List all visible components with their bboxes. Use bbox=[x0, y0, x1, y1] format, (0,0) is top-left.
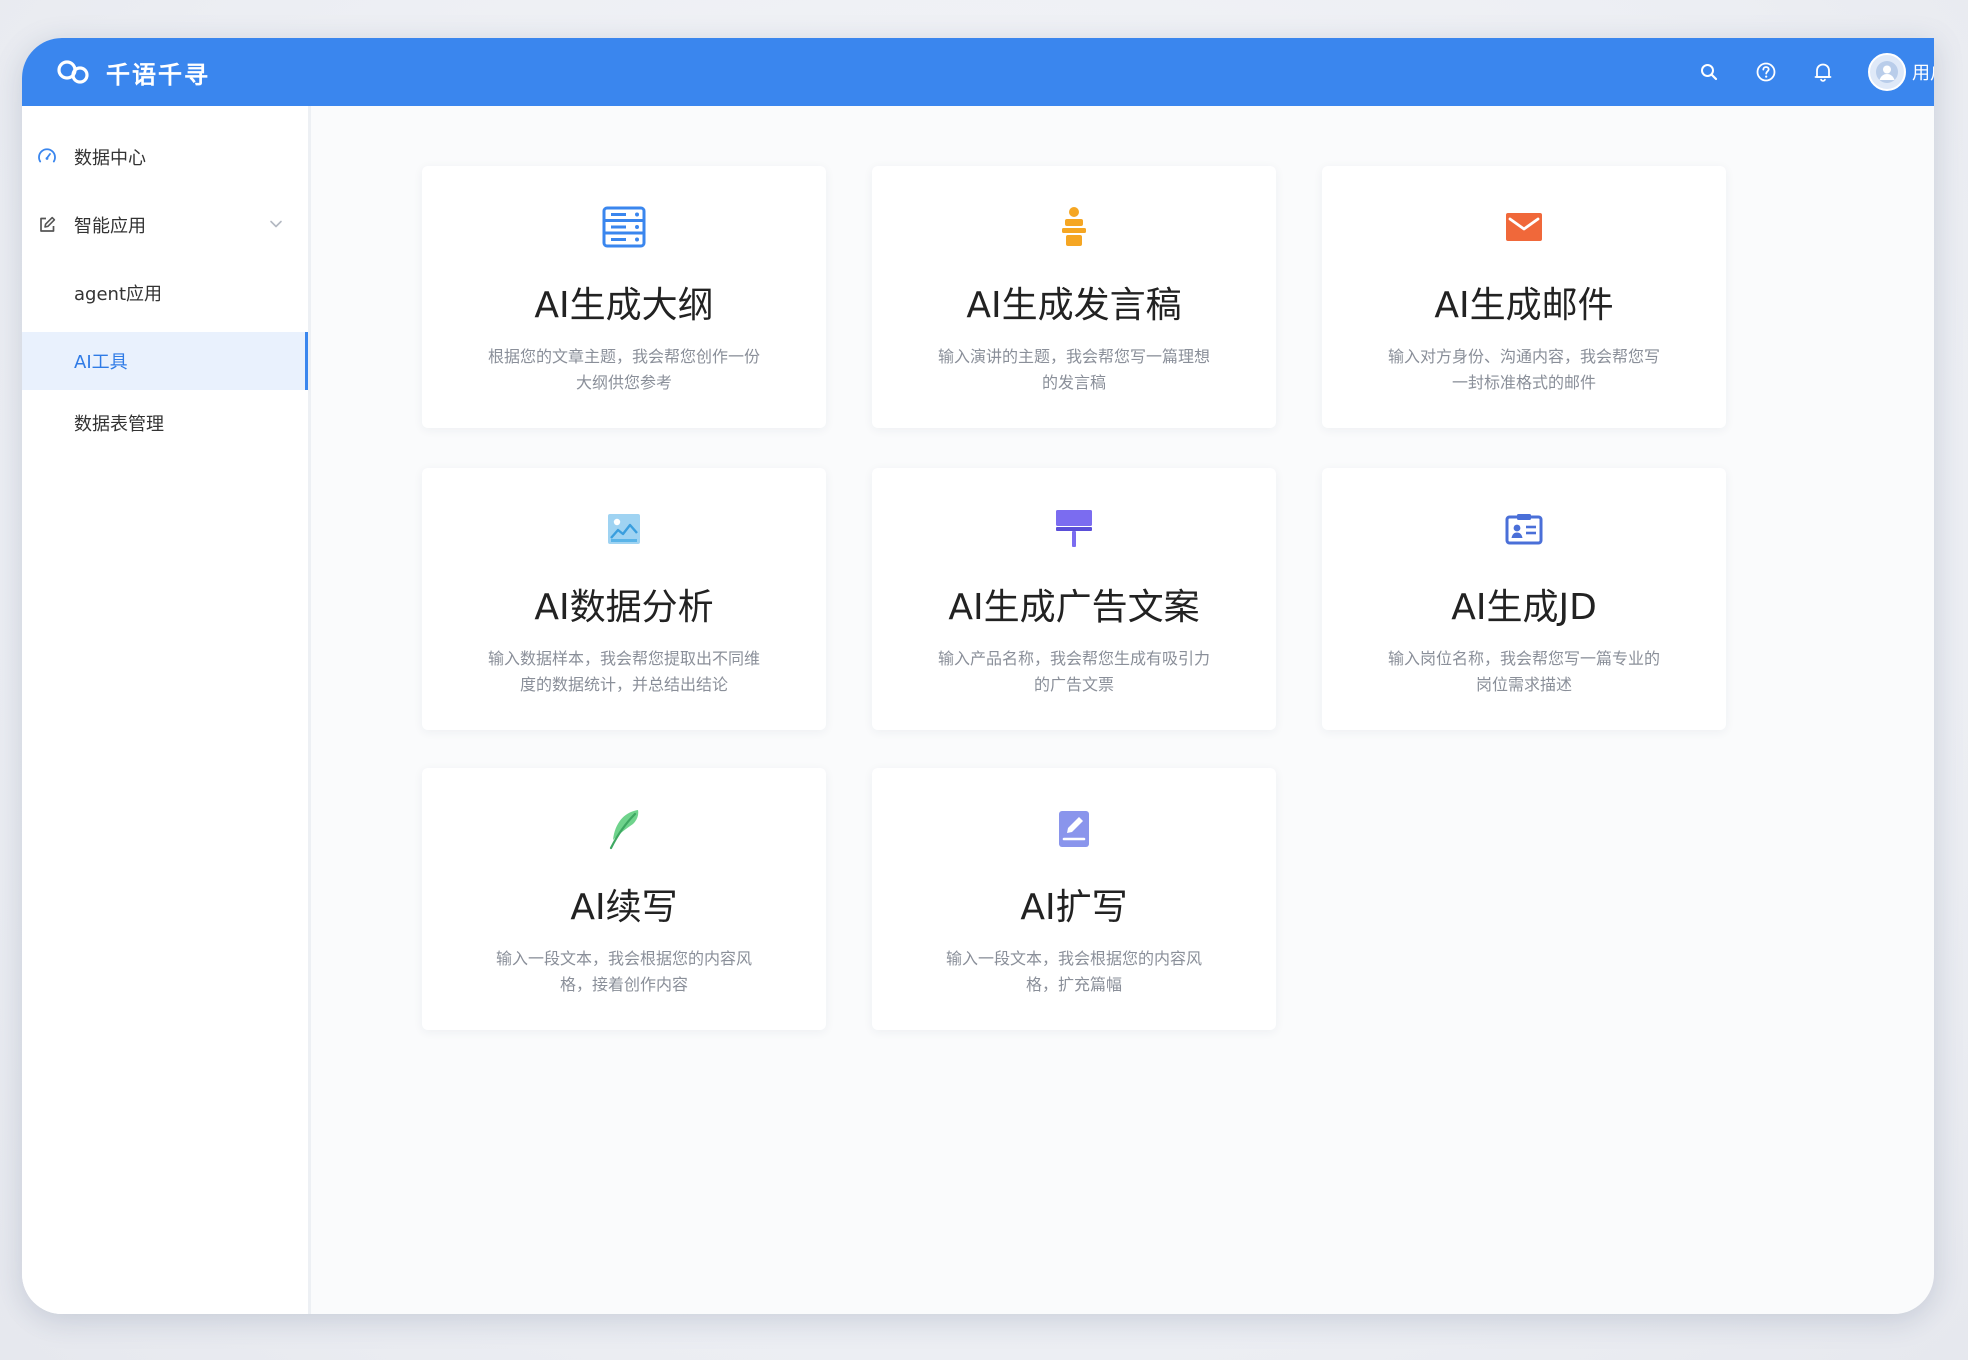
app-title: 千语千寻 bbox=[106, 60, 210, 89]
tool-card-ad-copy[interactable]: AI生成广告文案 输入产品名称，我会帮您生成有吸引力的广告文票 bbox=[872, 468, 1276, 730]
bell-icon[interactable] bbox=[1811, 60, 1835, 84]
card-title: AI生成大纲 bbox=[534, 285, 714, 326]
top-bar: 千语千寻 用 bbox=[22, 38, 1934, 106]
sidebar: 数据中心 智能应用 agent应用 AI工具 数据表管理 bbox=[22, 106, 311, 1314]
tool-card-jd[interactable]: AI生成JD 输入岗位名称，我会帮您写一篇专业的岗位需求描述 bbox=[1322, 468, 1726, 730]
card-description: 输入数据样本，我会帮您提取出不同维度的数据统计，并总结出结论 bbox=[487, 649, 760, 694]
card-description: 输入一段文本，我会根据您的内容风格，扩充篇幅 bbox=[945, 949, 1202, 994]
tool-card-continue-writing[interactable]: AI续写 输入一段文本，我会根据您的内容风格，接着创作内容 bbox=[422, 768, 826, 1030]
mail-icon bbox=[1506, 213, 1542, 241]
outline-icon bbox=[602, 206, 646, 248]
sidebar-item-table-management[interactable]: 数据表管理 bbox=[22, 394, 308, 452]
avatar[interactable] bbox=[1868, 53, 1906, 91]
brand[interactable]: 千语千寻 bbox=[56, 38, 210, 106]
dashboard-icon bbox=[36, 146, 58, 168]
card-title: AI生成发言稿 bbox=[966, 285, 1182, 326]
card-title: AI数据分析 bbox=[534, 587, 714, 628]
document-edit-icon bbox=[1059, 811, 1089, 847]
feather-icon bbox=[609, 810, 639, 850]
search-icon[interactable] bbox=[1697, 60, 1721, 84]
help-icon[interactable] bbox=[1754, 60, 1778, 84]
sidebar-item-ai-tools[interactable]: AI工具 bbox=[22, 332, 308, 390]
card-description: 输入岗位名称，我会帮您写一篇专业的岗位需求描述 bbox=[1387, 649, 1660, 694]
edit-icon bbox=[36, 214, 58, 236]
logo-icon bbox=[57, 60, 89, 84]
card-description: 输入产品名称，我会帮您生成有吸引力的广告文票 bbox=[937, 649, 1210, 694]
header-actions: 用户 bbox=[1697, 38, 1934, 106]
chart-image-icon bbox=[608, 514, 640, 544]
card-title: AI生成广告文案 bbox=[948, 587, 1200, 628]
sidebar-item-label: 数据中心 bbox=[74, 148, 146, 169]
username[interactable]: 用户 bbox=[1912, 59, 1934, 85]
card-title: AI生成邮件 bbox=[1434, 285, 1614, 326]
card-description: 根据您的文章主题，我会帮您创作一份大纲供您参考 bbox=[487, 347, 760, 392]
sidebar-item-data-center[interactable]: 数据中心 bbox=[22, 128, 308, 186]
card-title: AI续写 bbox=[570, 887, 678, 928]
card-title: AI生成JD bbox=[1451, 587, 1597, 628]
tool-card-data-analysis[interactable]: AI数据分析 输入数据样本，我会帮您提取出不同维度的数据统计，并总结出结论 bbox=[422, 468, 826, 730]
tool-card-mail[interactable]: AI生成邮件 输入对方身份、沟通内容，我会帮您写一封标准格式的邮件 bbox=[1322, 166, 1726, 428]
speech-icon bbox=[1062, 207, 1086, 246]
tool-card-speech[interactable]: AI生成发言稿 输入演讲的主题，我会帮您写一篇理想的发言稿 bbox=[872, 166, 1276, 428]
chevron-down-icon[interactable] bbox=[268, 216, 284, 232]
tool-card-outline[interactable]: AI生成大纲 根据您的文章主题，我会帮您创作一份大纲供您参考 bbox=[422, 166, 826, 428]
card-description: 输入一段文本，我会根据您的内容风格，接着创作内容 bbox=[495, 949, 752, 994]
card-description: 输入演讲的主题，我会帮您写一篇理想的发言稿 bbox=[937, 347, 1210, 392]
avatar-icon bbox=[1876, 61, 1898, 83]
app-window: 千语千寻 用 数据中心 智能应用 agent应用 AI工具 数据表管理 AI生成… bbox=[22, 38, 1934, 1314]
sidebar-item-agent-apps[interactable]: agent应用 bbox=[22, 264, 308, 322]
card-description: 输入对方身份、沟通内容，我会帮您写一封标准格式的邮件 bbox=[1387, 347, 1660, 392]
sidebar-item-label: 数据表管理 bbox=[74, 414, 164, 435]
sidebar-item-label: AI工具 bbox=[74, 352, 128, 373]
card-title: AI扩写 bbox=[1020, 887, 1128, 928]
sidebar-item-label: agent应用 bbox=[74, 284, 162, 305]
sidebar-item-smart-apps[interactable]: 智能应用 bbox=[22, 196, 308, 254]
sidebar-item-label: 智能应用 bbox=[74, 216, 146, 237]
billboard-icon bbox=[1056, 510, 1092, 547]
tool-card-expand-writing[interactable]: AI扩写 输入一段文本，我会根据您的内容风格，扩充篇幅 bbox=[872, 768, 1276, 1030]
id-card-icon bbox=[1505, 514, 1543, 545]
